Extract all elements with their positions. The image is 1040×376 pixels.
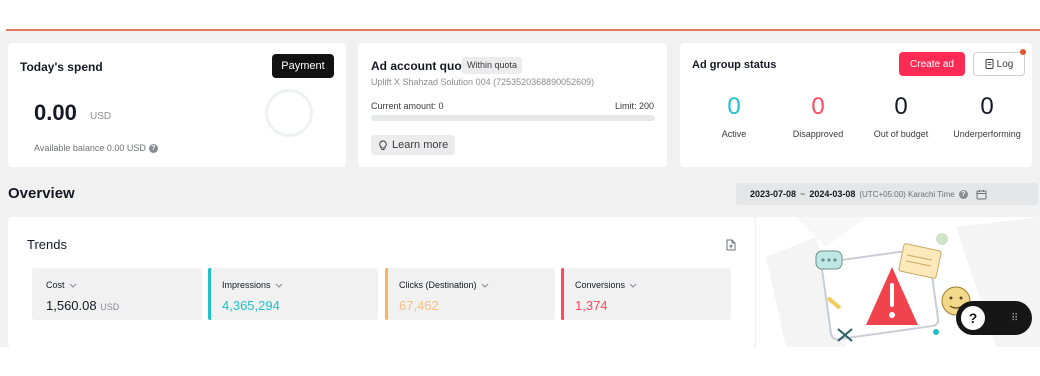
metric-number: 1,560.08 — [46, 298, 97, 313]
spend-currency: USD — [90, 111, 112, 122]
chevron-down-icon — [629, 283, 637, 288]
metric-impressions[interactable]: Impressions 4,365,294 — [208, 268, 378, 320]
date-start: 2023-07-08 — [750, 189, 797, 199]
stat-out-of-budget[interactable]: 0 Out of budget — [870, 93, 932, 139]
metric-value: 4,365,294 — [222, 298, 280, 313]
metric-unit: USD — [100, 302, 120, 312]
metric-label: Cost — [46, 280, 77, 290]
trends-card: Trends Cost 1,560.08 USD Impressions 4,3… — [8, 217, 755, 347]
chevron-down-icon — [69, 283, 76, 288]
quota-current-amount: Current amount: 0 — [371, 101, 444, 111]
chevron-down-icon — [481, 283, 488, 288]
stat-underperforming[interactable]: 0 Underperforming — [950, 93, 1024, 139]
notification-dot — [1020, 49, 1026, 55]
stat-label: Disapproved — [792, 129, 844, 139]
metric-clicks[interactable]: Clicks (Destination) 67,462 — [385, 268, 555, 320]
floating-help-button[interactable]: ? ⠿ — [956, 301, 1032, 335]
ad-group-status-card: Ad group status Create ad Log 0 Active 0… — [680, 43, 1032, 167]
help-question-icon: ? — [961, 306, 985, 330]
chevron-down-icon — [275, 283, 282, 288]
metric-value: 1,374 — [575, 298, 608, 313]
stat-value: 0 — [980, 93, 994, 120]
calendar-icon[interactable] — [976, 189, 987, 200]
stat-value: 0 — [811, 93, 825, 120]
metric-name: Cost — [46, 280, 65, 290]
balance-text: Available balance 0.00 USD — [34, 143, 146, 153]
metric-accent-bar — [208, 268, 211, 320]
metric-name: Conversions — [575, 280, 626, 290]
lightbulb-icon — [379, 139, 387, 150]
quota-status-badge: Within quota — [462, 57, 523, 74]
log-label: Log — [996, 58, 1014, 70]
available-balance: Available balance 0.00 USD ? — [34, 143, 158, 153]
metric-conversions[interactable]: Conversions 1,374 — [561, 268, 731, 320]
stat-value: 0 — [727, 93, 741, 120]
date-separator: ~ — [800, 189, 806, 199]
log-button[interactable]: Log — [973, 52, 1025, 76]
metric-name: Impressions — [222, 280, 271, 290]
spend-title: Today's spend — [20, 60, 103, 74]
metric-name: Clicks (Destination) — [399, 280, 477, 290]
metric-cost[interactable]: Cost 1,560.08 USD — [32, 268, 202, 320]
learn-more-button[interactable]: Learn more — [371, 135, 456, 155]
trends-title: Trends — [27, 237, 67, 252]
stat-label: Underperforming — [953, 129, 1021, 139]
overview-title: Overview — [8, 185, 75, 202]
quota-progress-bar — [371, 115, 655, 121]
stat-active[interactable]: 0 Active — [720, 93, 748, 139]
quota-limit: Limit: 200 — [614, 101, 654, 111]
quota-card: Ad account quota Within quota Uplift X S… — [358, 43, 667, 167]
spend-amount: 0.00 — [34, 100, 77, 125]
metric-accent-bar — [561, 268, 564, 320]
stat-disapproved[interactable]: 0 Disapproved — [788, 93, 848, 139]
stat-label: Active — [721, 129, 747, 139]
date-range-picker[interactable]: 2023-07-08 ~ 2024-03-08 (UTC+05:00) Kara… — [736, 183, 1038, 205]
drag-handle-icon[interactable]: ⠿ — [1011, 313, 1018, 324]
metric-label: Impressions — [222, 280, 283, 290]
metric-label: Conversions — [575, 280, 637, 290]
metric-accent-bar — [385, 268, 388, 320]
date-end: 2024-03-08 — [809, 189, 856, 199]
help-question-icon[interactable]: ? — [148, 143, 158, 153]
spend-ring-chart — [265, 89, 313, 137]
payment-button[interactable]: Payment — [272, 54, 334, 78]
document-icon — [985, 59, 994, 69]
stat-label: Out of budget — [873, 129, 929, 139]
stat-value: 0 — [894, 93, 908, 120]
timezone-label: (UTC+05:00) Karachi Time — [859, 189, 955, 199]
ad-group-status-title: Ad group status — [692, 59, 777, 71]
quota-title: Ad account quota — [371, 59, 473, 73]
learn-more-label: Learn more — [392, 139, 449, 151]
quota-account-name: Uplift X Shahzad Solution 004 (725352036… — [371, 77, 595, 87]
metric-value: 67,462 — [399, 298, 439, 313]
metric-label: Clicks (Destination) — [399, 280, 489, 290]
spend-card: Today's spend Payment 0.00 USD Available… — [8, 43, 346, 167]
help-question-icon[interactable]: ? — [958, 189, 968, 199]
create-ad-button[interactable]: Create ad — [899, 52, 965, 76]
export-icon[interactable] — [726, 239, 736, 251]
metric-value: 1,560.08 USD — [46, 298, 119, 313]
